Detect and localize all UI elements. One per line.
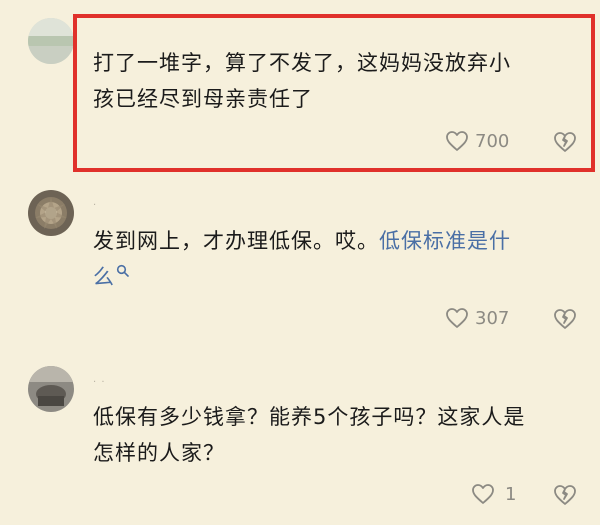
avatar[interactable] [28, 18, 74, 64]
like-count: 1 [505, 483, 517, 505]
username[interactable]: · · [93, 377, 106, 388]
comment-text-line: 低保有多少钱拿？能养5个孩子吗？这家人是 [93, 405, 526, 429]
search-icon[interactable] [116, 264, 130, 278]
username[interactable]: · [93, 200, 97, 211]
comment-text-line: 怎样的人家？ [93, 441, 225, 465]
like-button[interactable]: 1 [471, 483, 516, 505]
like-button[interactable]: 307 [445, 307, 509, 329]
comment-text-line: 发到网上，才办理低保。哎。低保标准是什 [93, 223, 573, 259]
heart-outline-icon [472, 484, 494, 504]
dislike-button[interactable] [553, 308, 577, 330]
avatar[interactable] [28, 190, 74, 236]
broken-heart-icon [554, 309, 576, 329]
avatar[interactable] [28, 366, 74, 412]
search-link[interactable]: 低保标准是什 [379, 229, 511, 253]
heart-outline-icon [446, 308, 468, 328]
broken-heart-icon [554, 485, 576, 505]
search-link[interactable]: 么 [93, 265, 115, 289]
comment-text-plain: 发到网上，才办理低保。哎。 [93, 229, 379, 253]
comment-text-line: 么 [93, 259, 573, 295]
comment-text: 发到网上，才办理低保。哎。低保标准是什 么 [93, 223, 573, 295]
dislike-button[interactable] [553, 484, 577, 506]
highlight-box [73, 14, 595, 172]
like-count: 307 [475, 307, 510, 329]
comment-text: 低保有多少钱拿？能养5个孩子吗？这家人是 怎样的人家？ [93, 399, 583, 471]
